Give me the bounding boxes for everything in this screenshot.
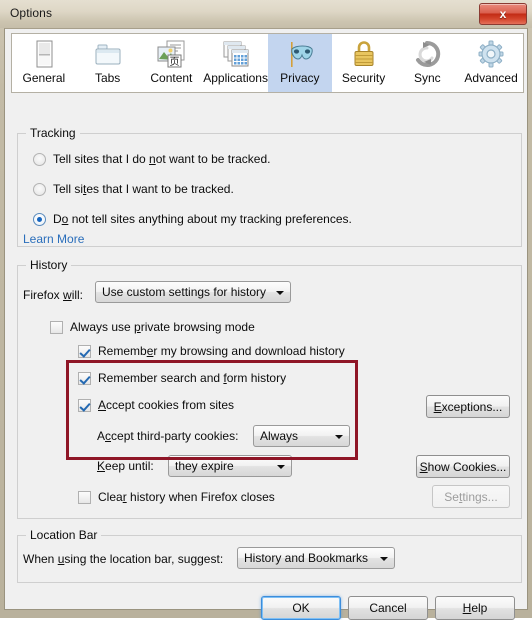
tab-applications[interactable]: Applications [203, 34, 268, 92]
tracking-legend: Tracking [26, 126, 80, 140]
tab-privacy[interactable]: Privacy [267, 34, 332, 92]
tab-label: Applications [203, 71, 268, 85]
learn-more-link[interactable]: Learn More [23, 232, 84, 246]
title-bar: Options x [0, 0, 532, 28]
tab-label: Privacy [280, 71, 320, 85]
chevron-down-icon [376, 548, 394, 568]
third-party-cookies-label: Accept third-party cookies: [97, 429, 239, 443]
firefox-will-label: Firefox will: [23, 288, 84, 302]
radio-indicator[interactable] [33, 212, 46, 226]
cancel-button[interactable]: Cancel [348, 596, 428, 620]
checkbox-label: Clear history when Firefox closes [98, 490, 275, 504]
tab-label: Sync [414, 71, 441, 85]
chevron-down-icon [273, 456, 291, 476]
chevron-down-icon [272, 282, 290, 302]
checkbox-indicator[interactable] [78, 398, 91, 412]
chevron-down-icon [331, 426, 349, 446]
tab-sync[interactable]: Sync [395, 34, 459, 92]
tab-label: Security [341, 71, 386, 85]
history-group: History [17, 258, 522, 519]
exceptions-button-label: Exceptions... [433, 399, 503, 414]
checkbox-label: Always use private browsing mode [70, 320, 255, 334]
tab-general[interactable]: General [12, 34, 76, 92]
checkbox-remember-browsing[interactable]: Remember my browsing and download histor… [78, 344, 345, 358]
firefox-will-dropdown[interactable]: Use custom settings for history [95, 281, 291, 303]
tab-content[interactable]: 页 Content [140, 34, 204, 92]
tab-label: Advanced [464, 71, 518, 85]
mask-icon [283, 38, 317, 70]
folder-tabs-icon [91, 38, 125, 70]
location-bar-suggest-dropdown[interactable]: History and Bookmarks [237, 547, 395, 569]
options-window: Options x General Tabs 页 Content Applica… [0, 0, 532, 620]
windows-stack-icon [219, 38, 253, 70]
help-button[interactable]: Help [435, 596, 515, 620]
checkbox-label: Accept cookies from sites [98, 398, 235, 412]
checkbox-accept-cookies[interactable]: Accept cookies from sites [78, 398, 234, 412]
tab-strip: General Tabs 页 Content Applications Priv… [11, 33, 524, 93]
location-bar-suggest-value: History and Bookmarks [244, 551, 369, 565]
window-title: Options [10, 6, 53, 20]
radio-label: Tell sites that I want to be tracked. [53, 182, 234, 196]
cancel-button-label: Cancel [369, 601, 407, 615]
keep-until-label: Keep until: [97, 459, 154, 473]
tab-label: Content [150, 71, 193, 85]
radio-do-not-track[interactable]: Tell sites that I do not want to be trac… [33, 152, 270, 166]
keep-until-value: they expire [175, 459, 234, 473]
tab-tabs[interactable]: Tabs [76, 34, 140, 92]
history-legend: History [26, 258, 72, 272]
checkbox-indicator[interactable] [78, 490, 91, 504]
exceptions-button[interactable]: Exceptions... [426, 395, 510, 418]
checkbox-remember-forms[interactable]: Remember search and form history [78, 371, 286, 385]
show-cookies-button[interactable]: Show Cookies... [416, 455, 510, 478]
keep-until-dropdown[interactable]: they expire [168, 455, 292, 477]
close-icon: x [499, 7, 507, 21]
third-party-cookies-value: Always [260, 429, 299, 443]
padlock-icon [347, 38, 381, 70]
checkbox-indicator[interactable] [78, 371, 91, 385]
checkbox-indicator[interactable] [78, 344, 91, 358]
radio-label: Tell sites that I do not want to be trac… [53, 152, 271, 166]
ok-button[interactable]: OK [261, 596, 341, 620]
location-bar-legend: Location Bar [26, 528, 102, 542]
settings-button[interactable]: Settings... [432, 485, 510, 508]
sync-arrows-icon [410, 38, 444, 70]
firefox-will-value: Use custom settings for history [102, 285, 267, 299]
document-page-icon [27, 38, 61, 70]
gear-icon [474, 38, 508, 70]
show-cookies-button-label: Show Cookies... [419, 459, 507, 474]
dialog-client-area: General Tabs 页 Content Applications Priv… [4, 28, 528, 620]
ok-button-label: OK [292, 601, 310, 615]
radio-indicator[interactable] [33, 152, 46, 166]
checkbox-label: Remember my browsing and download histor… [98, 344, 345, 358]
checkbox-indicator[interactable] [50, 320, 63, 334]
radio-indicator[interactable] [33, 182, 46, 196]
checkbox-private-browsing[interactable]: Always use private browsing mode [50, 320, 255, 334]
checkbox-label: Remember search and form history [98, 371, 287, 385]
tab-advanced[interactable]: Advanced [459, 34, 523, 92]
third-party-cookies-dropdown[interactable]: Always [253, 425, 350, 447]
image-text-icon: 页 [154, 38, 188, 70]
tab-security[interactable]: Security [332, 34, 396, 92]
tab-label: Tabs [94, 71, 121, 85]
svg-text:页: 页 [170, 56, 180, 68]
location-bar-suggest-label: When using the location bar, suggest: [23, 552, 224, 566]
radio-want-tracked[interactable]: Tell sites that I want to be tracked. [33, 182, 234, 196]
radio-no-preference[interactable]: Do not tell sites anything about my trac… [33, 212, 352, 226]
help-button-label: Help [462, 601, 488, 615]
settings-button-label: Settings... [444, 489, 498, 504]
tab-label: General [22, 71, 66, 85]
checkbox-clear-history[interactable]: Clear history when Firefox closes [78, 490, 275, 504]
close-button[interactable]: x [479, 3, 527, 25]
radio-label: Do not tell sites anything about my trac… [53, 212, 352, 226]
